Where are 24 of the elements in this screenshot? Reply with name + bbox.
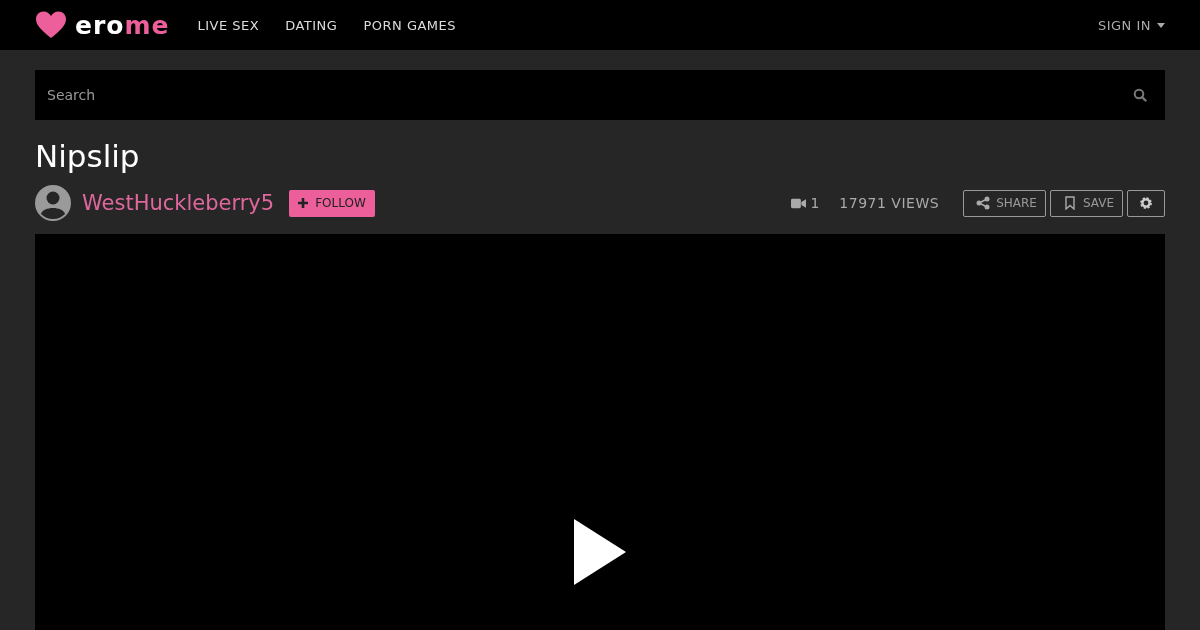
video-camera-icon xyxy=(791,197,807,209)
logo[interactable]: erome xyxy=(75,12,170,38)
caret-icon xyxy=(1157,22,1165,28)
share-icon xyxy=(976,196,991,210)
nav-link[interactable]: DATING xyxy=(285,17,338,33)
search-field[interactable]: Search xyxy=(35,70,1165,120)
sign-in-menu[interactable]: SIGN IN xyxy=(1097,17,1165,33)
heart-icon[interactable] xyxy=(35,11,67,39)
bookmark-icon xyxy=(1062,196,1077,210)
follow-button[interactable]: FOLLOW xyxy=(289,189,375,217)
view-count: 17971 VIEWS xyxy=(839,195,940,211)
share-button[interactable]: SHARE xyxy=(963,189,1046,217)
settings-button[interactable] xyxy=(1127,189,1165,217)
search-icon[interactable] xyxy=(1133,88,1147,102)
nav-link[interactable]: PORN GAMES xyxy=(363,17,457,33)
username-link[interactable]: WestHuckleberry5 xyxy=(82,191,275,215)
nav-link[interactable]: LIVE SEX xyxy=(197,17,260,33)
plus-icon xyxy=(298,198,309,208)
avatar-icon[interactable] xyxy=(35,185,71,221)
settings-icon xyxy=(1139,196,1153,210)
video-count: 1 xyxy=(810,195,820,211)
play-icon[interactable] xyxy=(574,519,626,585)
album-title: Nipslip xyxy=(35,138,141,174)
save-button[interactable]: SAVE xyxy=(1049,189,1123,217)
